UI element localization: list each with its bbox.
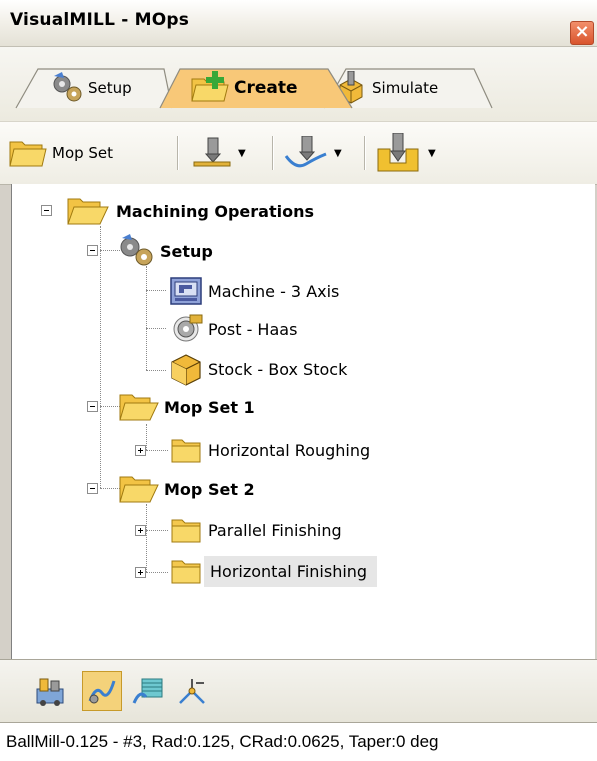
3-axis-milling-icon	[284, 136, 327, 168]
open-folder-icon	[67, 198, 109, 225]
drilling-button[interactable]: ▼	[376, 132, 436, 174]
post-process-button[interactable]	[172, 671, 212, 711]
collapse-setup-toggle[interactable]	[87, 245, 98, 256]
tree-node-label: Parallel Finishing	[208, 520, 342, 540]
folder-icon	[171, 560, 201, 584]
box-stock-icon	[171, 354, 201, 386]
machine-icon	[170, 277, 202, 305]
tree-node-label: Setup	[160, 241, 213, 261]
tree-line	[146, 328, 166, 329]
tree-node-parallel-finishing[interactable]: Parallel Finishing	[170, 513, 346, 547]
close-icon: ×	[574, 21, 590, 42]
tree-node-machining-operations[interactable]: Machining Operations	[66, 194, 318, 228]
2-axis-milling-button[interactable]: ▼	[192, 132, 246, 174]
tree-line	[146, 572, 168, 573]
tree-node-label: Mop Set 1	[164, 397, 255, 417]
cutting-material-button[interactable]	[128, 671, 168, 711]
tab-setup[interactable]: Setup	[14, 67, 174, 109]
window-title: VisualMILL - MOps	[10, 10, 190, 30]
mop-set-label: Mop Set	[52, 144, 114, 162]
expand-parallel-finishing-toggle[interactable]	[135, 525, 146, 536]
tree-line	[146, 450, 168, 451]
tab-create[interactable]: Create	[158, 67, 354, 109]
tree-line	[146, 424, 147, 450]
tree-line	[146, 504, 147, 572]
tree-node-label: Machining Operations	[116, 201, 314, 221]
tree-line	[100, 488, 120, 489]
tools-library-button[interactable]	[30, 671, 70, 711]
chevron-down-icon: ▼	[334, 147, 342, 159]
title-bar: VisualMILL - MOps ×	[0, 0, 597, 47]
tree-node-post[interactable]: Post - Haas	[168, 312, 301, 346]
tree-node-stock[interactable]: Stock - Box Stock	[168, 352, 351, 386]
2-axis-milling-icon	[193, 137, 231, 167]
tree-node-label: Post - Haas	[208, 319, 298, 339]
chevron-down-icon: ▼	[428, 147, 436, 159]
tree-node-machine[interactable]: Machine - 3 Axis	[168, 274, 343, 308]
bottom-icon-bar	[0, 659, 597, 722]
tree-node-setup[interactable]: Setup	[118, 234, 217, 268]
toolpath-button[interactable]	[82, 671, 122, 711]
folder-icon	[171, 439, 201, 463]
create-toolbar: Mop Set ▼ ▼ ▼	[0, 121, 597, 185]
tab-strip: Setup Simulate Create	[0, 47, 597, 121]
expand-horizontal-roughing-toggle[interactable]	[135, 445, 146, 456]
tree-node-horizontal-finishing[interactable]: Horizontal Finishing	[170, 554, 378, 588]
open-folder-icon	[119, 394, 159, 421]
3-axis-milling-button[interactable]: ▼	[284, 132, 342, 174]
tree-node-mop-set-2[interactable]: Mop Set 2	[118, 472, 259, 506]
post-processor-icon	[173, 314, 203, 342]
collapse-mopset2-toggle[interactable]	[87, 483, 98, 494]
toolbar-separator	[177, 136, 179, 170]
folder-add-icon	[191, 71, 229, 102]
gear-cogs-icon	[53, 72, 82, 102]
tree-line	[146, 370, 166, 371]
tools-library-icon	[36, 678, 64, 706]
mop-set-button[interactable]: Mop Set	[8, 132, 113, 174]
tab-setup-label: Setup	[88, 79, 132, 97]
tree-node-label: Machine - 3 Axis	[208, 281, 340, 301]
chevron-down-icon: ▼	[238, 147, 246, 159]
toolbar-separator	[364, 136, 366, 170]
tree-line	[146, 290, 166, 291]
visualmill-mops-window: VisualMILL - MOps × Setup Simulate Creat…	[0, 0, 597, 761]
toolbar-separator	[272, 136, 274, 170]
tree-node-mop-set-1[interactable]: Mop Set 1	[118, 390, 259, 424]
toolpath-icon	[88, 680, 116, 704]
drilling-icon	[377, 133, 419, 172]
tree-line	[100, 250, 120, 251]
tree-line	[146, 530, 168, 531]
collapse-mopset1-toggle[interactable]	[87, 401, 98, 412]
tree-node-label: Horizontal Roughing	[208, 440, 371, 460]
tab-simulate-label: Simulate	[372, 79, 439, 97]
tree-node-label: Horizontal Finishing	[204, 555, 378, 587]
machining-operations-tree: Machining Operations Setup Machine - 3 A…	[11, 184, 595, 659]
folder-icon	[171, 519, 201, 543]
collapse-root-toggle[interactable]	[41, 205, 52, 216]
tree-line	[100, 406, 120, 407]
close-button[interactable]: ×	[570, 21, 594, 45]
mop-set-folder-icon	[9, 141, 47, 167]
setup-gears-icon	[120, 234, 153, 266]
tree-line	[100, 226, 101, 488]
tab-create-label: Create	[234, 78, 298, 98]
tree-node-label: Mop Set 2	[164, 479, 255, 499]
tree-node-label: Stock - Box Stock	[208, 359, 348, 379]
post-process-icon	[179, 679, 205, 704]
cutting-material-icon	[132, 678, 163, 704]
expand-horizontal-finishing-toggle[interactable]	[135, 567, 146, 578]
tree-node-horizontal-roughing[interactable]: Horizontal Roughing	[170, 433, 374, 467]
status-bar: BallMill-0.125 - #3, Rad:0.125, CRad:0.0…	[0, 722, 597, 761]
open-folder-icon	[119, 476, 159, 503]
tree-line	[146, 266, 147, 370]
